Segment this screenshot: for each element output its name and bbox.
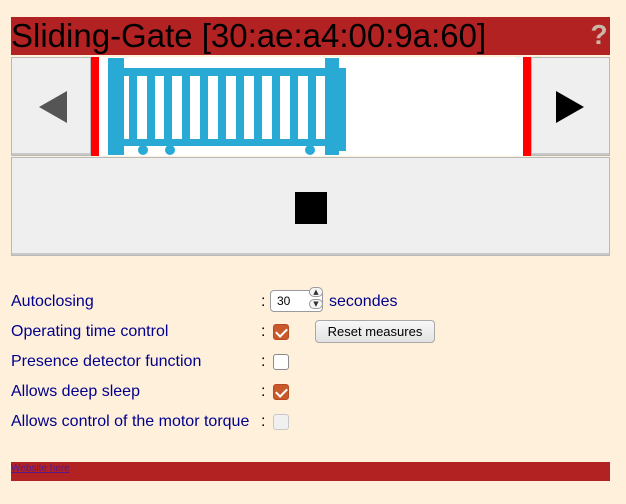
triangle-left-icon	[39, 91, 67, 123]
footer-bar: Website here	[11, 462, 610, 481]
operating-time-checkbox[interactable]	[273, 324, 289, 340]
triangle-right-icon	[556, 91, 584, 123]
move-left-button[interactable]	[11, 57, 91, 156]
spin-up-icon[interactable]: ▲	[309, 287, 323, 297]
autoclosing-value[interactable]: 30	[277, 291, 290, 311]
separator-colon: :	[261, 413, 266, 430]
motor-torque-checkbox	[273, 414, 289, 430]
gate-post-right	[325, 58, 339, 155]
autoclosing-label: Autoclosing	[11, 293, 94, 310]
gate-visual	[91, 57, 531, 156]
separator-colon: :	[261, 383, 266, 400]
separator-colon: :	[261, 323, 266, 340]
separator-colon: :	[261, 353, 266, 370]
deep-sleep-checkbox[interactable]	[273, 384, 289, 400]
presence-detector-row: Presence detector function :	[11, 347, 611, 377]
page-title: Sliding-Gate [30:ae:a4:00:9a:60]	[11, 17, 487, 54]
website-link[interactable]: Website here	[11, 462, 70, 475]
separator-colon: :	[261, 293, 266, 310]
motor-torque-row: Allows control of the motor torque :	[11, 407, 611, 437]
gate-wheel	[138, 145, 148, 155]
presence-detector-checkbox[interactable]	[273, 354, 289, 370]
sliding-gate-icon	[108, 58, 346, 155]
presence-detector-label: Presence detector function	[11, 353, 202, 370]
left-limit-rail	[91, 57, 99, 156]
help-icon[interactable]: ?	[588, 17, 610, 55]
autoclosing-row: Autoclosing : 30 ▲ ▼ secondes	[11, 287, 611, 317]
gate-post-right-edge	[339, 68, 346, 151]
gate-wheel	[305, 145, 315, 155]
spin-down-icon[interactable]: ▼	[309, 299, 323, 309]
autoclosing-unit: secondes	[329, 293, 398, 310]
motor-torque-label: Allows control of the motor torque	[11, 413, 250, 430]
deep-sleep-row: Allows deep sleep :	[11, 377, 611, 407]
autoclosing-input[interactable]: 30 ▲ ▼	[270, 287, 323, 312]
title-bar: Sliding-Gate [30:ae:a4:00:9a:60] ?	[11, 17, 610, 55]
deep-sleep-label: Allows deep sleep	[11, 383, 140, 400]
gate-post-left	[108, 58, 124, 155]
operating-time-label: Operating time control	[11, 323, 169, 340]
stop-button[interactable]	[11, 157, 610, 256]
gate-wheel	[165, 145, 175, 155]
right-limit-rail	[523, 57, 531, 156]
reset-measures-button[interactable]: Reset measures	[315, 320, 435, 343]
move-right-button[interactable]	[531, 57, 610, 156]
stop-square-icon	[295, 192, 327, 224]
operating-time-row: Operating time control : Reset measures	[11, 317, 611, 347]
